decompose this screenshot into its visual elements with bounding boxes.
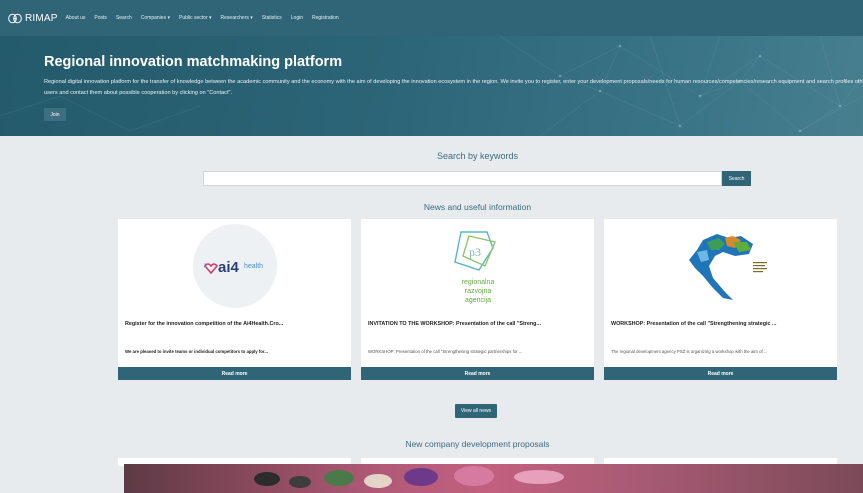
nav-statistics[interactable]: Statistics [262, 15, 282, 21]
proposal-card-photo [124, 464, 863, 493]
search-button[interactable]: Search [722, 171, 751, 186]
news-card-workshop-presentation: WORKSHOP: Presentation of the call "Stre… [604, 219, 837, 380]
news-card-title[interactable]: INVITATION TO THE WORKSHOP: Presentation… [368, 321, 590, 327]
news-card-workshop-invitation: p3 regionalna razvojna agencija INVITATI… [361, 219, 594, 380]
news-card-image: p3 regionalna razvojna agencija [361, 219, 594, 313]
regionalna-razvojna-agencija-logo-icon: p3 regionalna razvojna agencija [453, 231, 496, 304]
nav-about-us[interactable]: About us [66, 15, 86, 21]
brand-name: RIMAP [25, 12, 58, 24]
read-more-button[interactable]: Read more [604, 367, 837, 380]
top-navbar: RIMAP About us Posts Search Companies ▾ … [0, 0, 863, 36]
nav-search[interactable]: Search [116, 15, 132, 21]
read-more-button[interactable]: Read more [361, 367, 594, 380]
svg-text:razvojna: razvojna [464, 288, 491, 295]
read-more-button[interactable]: Read more [118, 367, 351, 380]
croatia-map-icon [688, 234, 767, 300]
brand-link[interactable]: RIMAP [8, 13, 58, 24]
nav-registration[interactable]: Registration [312, 15, 339, 21]
svg-text:agencija: agencija [464, 297, 490, 304]
news-section-title: News and useful information [423, 202, 532, 212]
hero-description: Regional digital innovation platform for… [44, 79, 863, 96]
news-card-image: ai4 health [118, 219, 351, 313]
news-card-excerpt: We are pleased to invite teams or indivi… [125, 349, 268, 354]
news-card-title[interactable]: WORKSHOP: Presentation of the call "Stre… [611, 321, 833, 327]
view-all-news-button[interactable]: View all news [455, 404, 497, 418]
nav-posts[interactable]: Posts [94, 15, 107, 21]
news-card-excerpt: WORKSHOP: Presentation of the call "Stre… [368, 349, 523, 354]
search-section-title: Search by keywords [436, 151, 519, 161]
ai4-logo-sub: health [244, 263, 263, 270]
svg-text:p3: p3 [469, 245, 481, 259]
join-button[interactable]: Join [44, 108, 66, 121]
nav-login[interactable]: Login [291, 15, 303, 21]
news-card-ai4health: ai4 health Register for the innovation c… [118, 219, 351, 380]
ai4health-logo-icon: ai4 health [192, 224, 277, 308]
news-card-excerpt: The regional development agency PSŽ is o… [611, 349, 768, 354]
proposals-section-title: New company development proposals [405, 439, 550, 449]
nav-public-sector-dropdown[interactable]: Public sector ▾ [179, 15, 212, 21]
nav-researchers-dropdown[interactable]: Researchers ▾ [221, 15, 253, 21]
hero-title: Regional innovation matchmaking platform [44, 54, 343, 70]
svg-text:regionalna: regionalna [461, 279, 494, 286]
news-card-image [604, 219, 837, 313]
ai4-logo-text: ai4 [218, 259, 240, 276]
nav-companies-dropdown[interactable]: Companies ▾ [141, 15, 170, 21]
keyword-search-input[interactable] [203, 171, 722, 186]
hero-banner: Regional innovation matchmaking platform… [0, 36, 863, 136]
rimap-logo-icon [8, 13, 22, 24]
news-card-title[interactable]: Register for the innovation competition … [125, 321, 347, 327]
